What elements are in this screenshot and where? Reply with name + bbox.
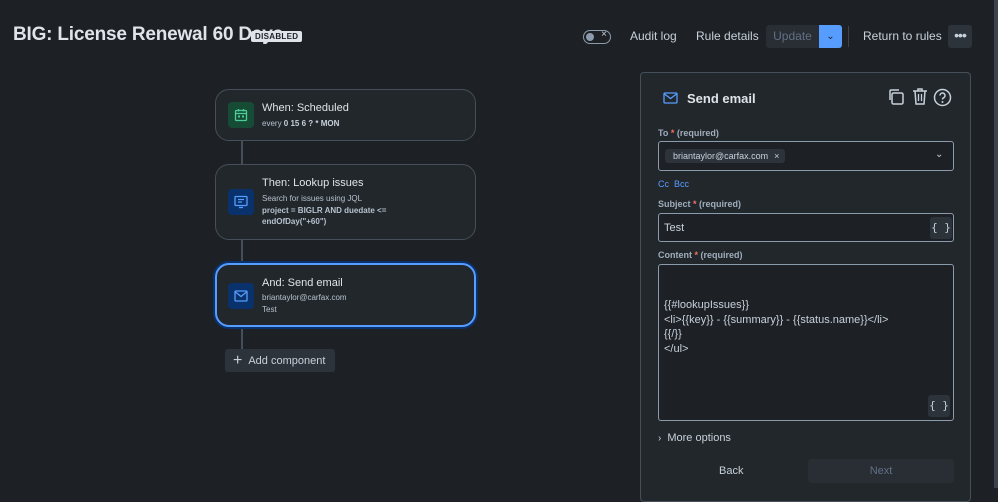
enable-rule-toggle[interactable]: × (583, 29, 611, 44)
chevron-right-icon: › (658, 432, 662, 444)
to-field[interactable]: briantaylor@carfax.com × ⌄ (658, 141, 954, 171)
return-to-rules-button[interactable]: Return to rules (863, 25, 942, 48)
recipient-chip-label: briantaylor@carfax.com (673, 151, 769, 161)
send-email-title: And: Send email (262, 277, 343, 289)
lookup-description: Search for issues using JQL (262, 194, 363, 203)
page-title: BIG: License Renewal 60 Days (13, 24, 284, 45)
flow-connector (241, 327, 243, 349)
plus-icon: + (233, 351, 243, 369)
trigger-title: When: Scheduled (262, 102, 349, 114)
subject-field-label: Subject * (required) (658, 199, 742, 209)
add-component-button[interactable]: + Add component (225, 349, 335, 372)
search-issues-icon (228, 189, 254, 215)
trigger-schedule: every 0 15 6 ? * MON (262, 119, 340, 128)
chevron-down-icon: ⌄ (826, 31, 835, 42)
content-line: <li>{{key}} - {{summary}} - {{status.nam… (664, 313, 889, 326)
bcc-link[interactable]: Bcc (674, 179, 689, 189)
panel-title: Send email (687, 91, 756, 106)
subject-input-value: Test (664, 222, 685, 234)
lookup-issues-card[interactable]: Then: Lookup issues Search for issues us… (215, 164, 476, 240)
flow-connector (241, 239, 243, 263)
content-line: </ul> (664, 342, 689, 355)
duplicate-icon[interactable] (887, 88, 905, 111)
chevron-down-icon[interactable]: ⌄ (935, 149, 943, 160)
lookup-title: Then: Lookup issues (262, 177, 364, 189)
more-options-toggle[interactable]: › More options (658, 432, 731, 444)
send-email-subject: Test (262, 305, 277, 314)
update-dropdown-button[interactable]: ⌄ (819, 25, 842, 48)
send-email-card[interactable]: And: Send email briantaylor@carfax.com T… (215, 263, 476, 327)
email-icon (228, 283, 254, 309)
header-divider (848, 26, 849, 47)
audit-log-button[interactable]: Audit log (630, 25, 677, 48)
subject-field[interactable]: Test { } (658, 213, 954, 242)
content-field-label: Content * (required) (658, 250, 743, 260)
remove-recipient-icon[interactable]: × (774, 151, 779, 161)
more-icon: ••• (954, 27, 967, 43)
more-options-label: More options (667, 432, 731, 444)
content-line: {{#lookupIssues}} (664, 299, 750, 311)
close-icon: × (601, 29, 607, 40)
help-icon[interactable] (933, 88, 952, 112)
back-button[interactable]: Back (719, 465, 743, 477)
trash-icon[interactable] (911, 87, 929, 111)
content-text: {{#lookupIssues}} <li>{{key}} - {{summar… (664, 298, 888, 356)
add-component-label: Add component (248, 354, 326, 367)
braces-icon: { } (931, 221, 951, 234)
braces-icon: { } (929, 399, 949, 412)
content-line: {{/}} (664, 328, 682, 340)
more-actions-button[interactable]: ••• (948, 25, 972, 48)
cc-link[interactable]: Cc (658, 179, 669, 189)
smart-value-button[interactable]: { } (930, 217, 952, 239)
smart-value-button[interactable]: { } (928, 395, 950, 417)
rule-details-button[interactable]: Rule details (696, 25, 759, 48)
recipient-chip: briantaylor@carfax.com × (665, 149, 786, 163)
update-button[interactable]: Update (766, 25, 819, 48)
page-scrollbar[interactable] (994, 0, 998, 488)
toggle-knob (586, 33, 594, 41)
flow-connector (241, 141, 243, 165)
send-email-recipient: briantaylor@carfax.com (262, 293, 347, 302)
send-email-panel: Send email To * (required) briantaylor@c… (640, 72, 971, 502)
lookup-jql: project = BIGLR AND duedate <= endOfDay(… (262, 206, 387, 226)
content-field[interactable]: {{#lookupIssues}} <li>{{key}} - {{summar… (658, 264, 954, 421)
email-icon (658, 86, 682, 110)
next-button[interactable]: Next (808, 459, 954, 483)
trigger-card[interactable]: When: Scheduled every 0 15 6 ? * MON (215, 89, 476, 141)
to-field-label: To * (required) (658, 128, 719, 138)
status-badge: DISABLED (251, 31, 303, 42)
calendar-icon (228, 102, 254, 128)
